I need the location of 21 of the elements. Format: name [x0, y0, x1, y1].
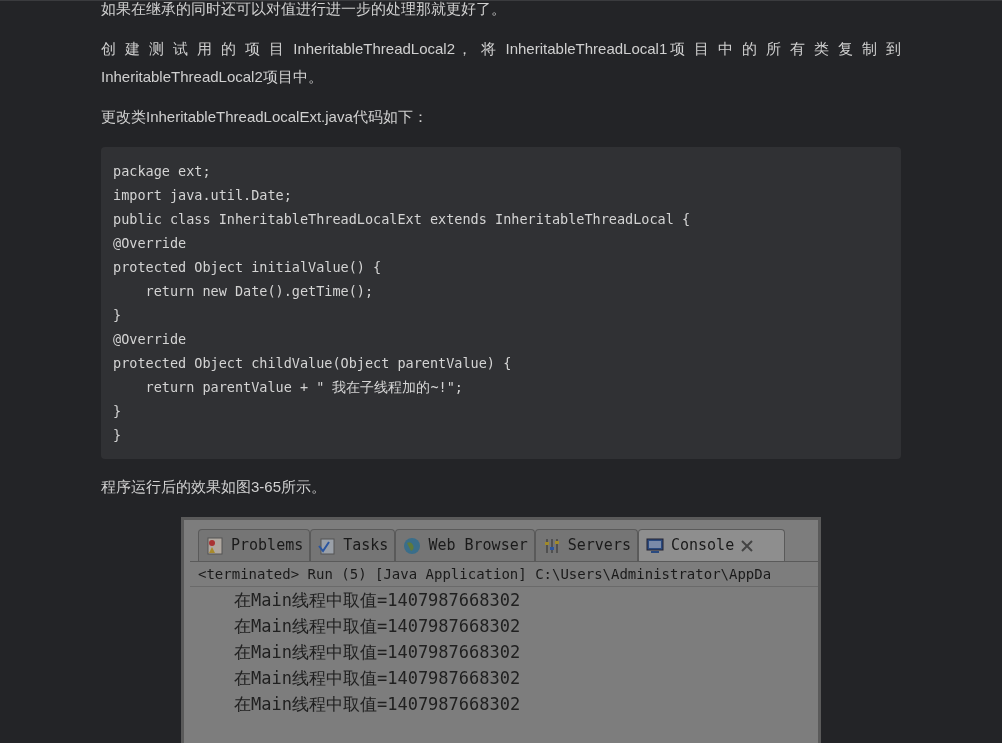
paragraph: 更改类InheritableThreadLocalExt.java代码如下：	[101, 107, 429, 127]
console-output-line: 在Main线程中取值=1407987668302	[233, 615, 522, 638]
view-tab[interactable]: Problems	[198, 529, 311, 561]
caption: 程序运行后的效果如图3-65所示。	[101, 477, 328, 497]
monitor-icon	[644, 535, 665, 556]
status-line: <terminated> Run (5) [Java Application] C:\Users\Administrator\AppDa	[190, 562, 818, 587]
clipboard-check-icon	[317, 535, 338, 556]
console-output-line: 在Main线程中取值=1407987668302	[233, 641, 522, 664]
warning-list-icon	[205, 535, 225, 556]
console-output-line: 在Main线程中取值=1407987668302	[233, 589, 522, 612]
console-output-line: 在Main线程中取值=1407987668302	[233, 667, 522, 690]
code-block: package ext; import java.util.Date; public class InheritableThreadLocalExt extends InheritableThreadLocal { @Override protected Object initialValue() { return new Date().getTime(); } @Override protected Object childValue(Object parentValue) { return parentValue + " 我在子线程加的~!"; } }	[101, 147, 901, 459]
globe-icon	[402, 535, 423, 556]
view-tab[interactable]: Console	[637, 529, 786, 561]
view-tab[interactable]: Tasks	[310, 529, 396, 561]
paragraph: 创 建 测 试 用 的 项 目 InheritableThreadLocal2， 将 InheritableThreadLocal1项 目 中 的 所 有 类 复 制 到 InheritableThreadLocal2项目中。	[101, 39, 901, 87]
paragraph: 如果在继承的同时还可以对值进行进一步的处理那就更好了。	[101, 1, 507, 19]
view-tab[interactable]: Web Browser	[395, 529, 535, 561]
view-tab[interactable]: Servers	[534, 529, 638, 561]
console-output-line: 在Main线程中取值=1407987668302	[233, 693, 522, 716]
close-icon[interactable]	[740, 538, 755, 553]
